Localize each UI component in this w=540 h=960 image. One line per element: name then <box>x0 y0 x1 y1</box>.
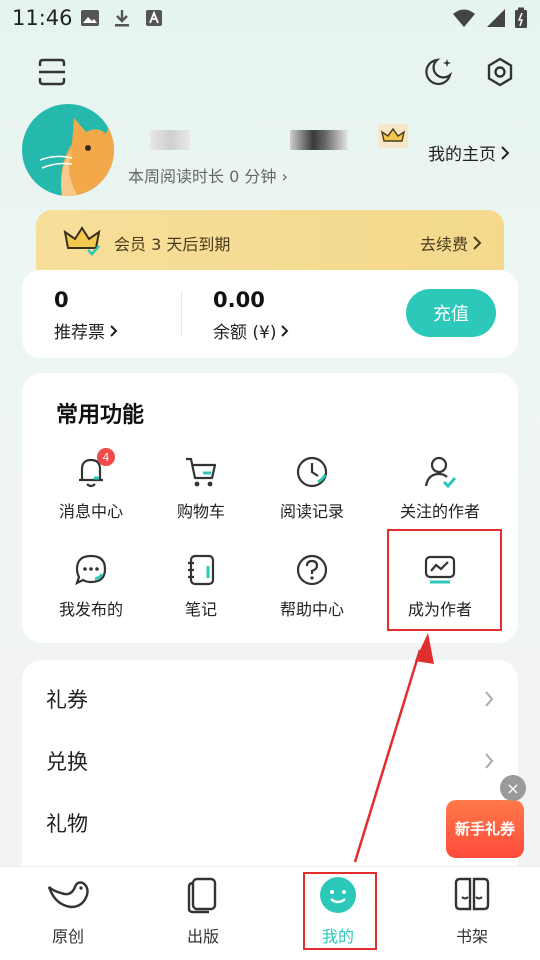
func-shopping-cart[interactable]: 购物车 <box>141 452 261 522</box>
person-icon <box>420 452 460 492</box>
nav-label: 原创 <box>51 927 84 946</box>
newbie-coupon-text: 新手礼券 <box>454 820 515 838</box>
message-badge: 4 <box>97 448 115 466</box>
scan-button[interactable] <box>34 54 70 90</box>
tickets-value: 0 <box>54 288 69 312</box>
vip-expiry-text: 会员 3 天后到期 <box>114 235 231 254</box>
nav-original[interactable]: 原创 <box>18 875 118 947</box>
common-functions-title: 常用功能 <box>56 403 145 428</box>
annotation-highlight-mine <box>303 872 377 950</box>
avatar[interactable] <box>22 104 114 196</box>
nav-label: 书架 <box>455 927 488 946</box>
renew-label: 去续费 <box>419 235 468 254</box>
chevron-right-icon <box>473 236 482 250</box>
balance-value: 0.00 <box>213 288 265 312</box>
chevron-right-icon <box>485 753 494 769</box>
vip-crown-badge <box>378 124 408 148</box>
bird-icon <box>47 881 89 909</box>
status-bar: 11:46 <box>0 0 540 38</box>
chevron-right-icon <box>281 324 289 337</box>
bookshelf-icon <box>454 877 490 911</box>
help-icon <box>292 550 332 590</box>
scan-icon <box>38 58 66 86</box>
username-blurred-part2 <box>290 130 348 150</box>
func-label: 关注的作者 <box>399 502 480 521</box>
clock-icon <box>292 452 332 492</box>
weekly-read-time[interactable]: 本周阅读时长 0 分钟 › <box>128 163 288 187</box>
list-card <box>22 660 518 890</box>
recharge-button[interactable]: 充值 <box>406 289 496 337</box>
cart-icon <box>181 452 221 492</box>
func-label: 阅读记录 <box>279 502 344 521</box>
func-reading-history[interactable]: 阅读记录 <box>252 452 372 522</box>
func-notes[interactable]: 笔记 <box>141 550 261 620</box>
chevron-right-icon <box>485 691 494 707</box>
balance-label: 余额 (¥) <box>213 323 277 343</box>
func-label: 我发布的 <box>58 600 123 619</box>
status-notification-icons <box>80 8 164 28</box>
chevron-right-icon <box>501 145 510 160</box>
username-blurred-part1 <box>150 130 190 150</box>
image-notification-icon <box>81 10 99 26</box>
read-time-text: 本周阅读时长 0 分钟 <box>128 167 277 186</box>
battery-icon <box>515 7 527 28</box>
bell-icon: 4 <box>71 448 115 492</box>
list-item-gift[interactable]: 礼物 <box>46 808 88 838</box>
func-my-posts[interactable]: 我发布的 <box>31 550 151 620</box>
func-help-center[interactable]: 帮助中心 <box>252 550 372 620</box>
signal-icon <box>487 9 505 27</box>
close-icon[interactable]: × <box>500 775 526 801</box>
list-item-coupon[interactable]: 礼券 <box>46 684 88 714</box>
moon-stars-icon <box>425 58 452 85</box>
vip-crown-icon <box>63 226 101 256</box>
nav-publish[interactable]: 出版 <box>153 875 253 947</box>
func-followed-authors[interactable]: 关注的作者 <box>380 452 500 522</box>
annotation-highlight-become-author <box>387 529 502 631</box>
cat-avatar-icon <box>39 118 114 196</box>
nav-bookshelf[interactable]: 书架 <box>422 875 522 947</box>
func-message-center[interactable]: 4 消息中心 <box>31 448 151 522</box>
book-icon <box>187 877 217 914</box>
func-label: 消息中心 <box>58 502 123 521</box>
homepage-label: 我的主页 <box>428 145 496 165</box>
download-icon <box>115 10 129 27</box>
func-label: 购物车 <box>176 502 225 521</box>
night-mode-button[interactable] <box>420 54 456 90</box>
func-label: 笔记 <box>184 600 217 619</box>
settings-button[interactable] <box>482 54 518 90</box>
balance-link[interactable]: 余额 (¥) <box>213 318 290 343</box>
recommend-tickets-link[interactable]: 推荐票 <box>54 318 119 343</box>
func-label: 帮助中心 <box>279 600 344 619</box>
chevron-right-icon: › <box>281 167 288 186</box>
chevron-right-icon <box>110 324 118 337</box>
settings-icon <box>487 57 513 87</box>
my-homepage-link[interactable]: 我的主页 <box>428 140 510 165</box>
renew-link[interactable]: 去续费 <box>420 231 482 255</box>
tickets-label: 推荐票 <box>54 323 105 343</box>
list-item-redeem[interactable]: 兑换 <box>46 746 88 776</box>
status-system-icons <box>452 7 528 29</box>
nav-label: 出版 <box>186 927 219 946</box>
notebook-icon <box>181 550 221 590</box>
wifi-icon <box>453 9 475 27</box>
status-time: 11:46 <box>12 6 73 30</box>
app-notification-icon <box>146 10 162 26</box>
wallet-divider <box>181 292 182 336</box>
chat-icon <box>71 550 111 590</box>
crown-icon <box>380 127 406 142</box>
